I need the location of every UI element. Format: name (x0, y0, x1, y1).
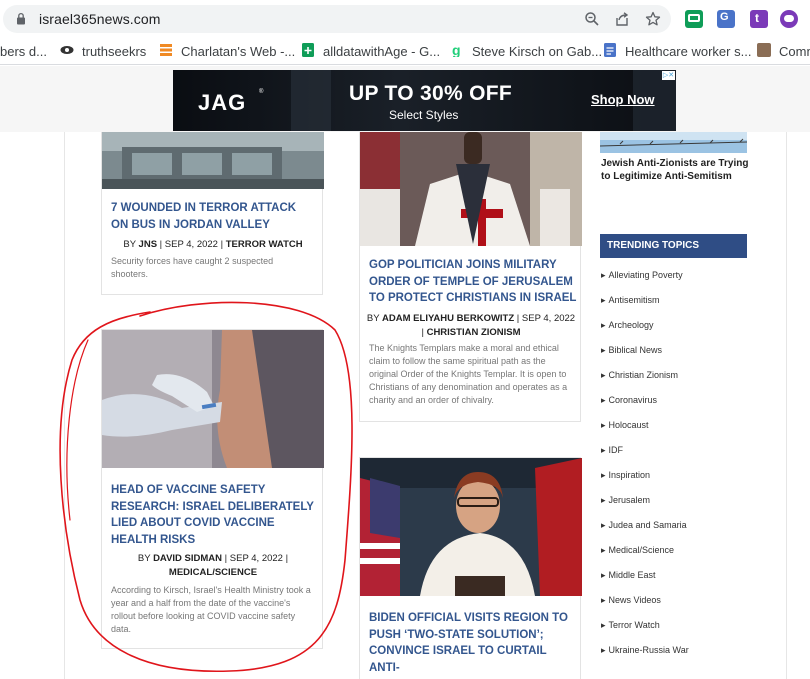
byline-prefix: BY (366, 313, 380, 324)
topic-link[interactable]: IDF (601, 445, 761, 470)
bookmark-item[interactable]: Charlatan's Web -... (181, 44, 295, 59)
bus-photo (102, 132, 324, 189)
bookmark-item[interactable]: Comm (779, 44, 810, 59)
byline-prefix: BY (123, 239, 136, 250)
article-headline[interactable]: 7 WOUNDED IN TERROR ATTACK ON BUS IN JOR… (111, 200, 316, 233)
article-card-terror-attack[interactable]: 7 WOUNDED IN TERROR ATTACK ON BUS IN JOR… (101, 132, 324, 295)
translate-icon[interactable]: G (717, 10, 735, 28)
article-card-biden-official[interactable]: BIDEN OFFICIAL VISITS REGION TO PUSH ‘TW… (359, 457, 582, 679)
share-icon[interactable] (614, 11, 630, 27)
sidebar-featured-photo (600, 132, 747, 153)
article-category[interactable]: MEDICAL/SCIENCE (169, 567, 257, 578)
topic-link[interactable]: News Videos (601, 595, 761, 620)
article-author[interactable]: DAVID SIDMAN (153, 553, 222, 564)
topic-link[interactable]: Archeology (601, 320, 761, 345)
bookmark-item[interactable]: Steve Kirsch on Gab... (472, 44, 602, 59)
topic-link[interactable]: Christian Zionism (601, 370, 761, 395)
ad-brand: JAG (198, 90, 247, 115)
ad-close-icon[interactable]: ▷✕ (662, 71, 675, 80)
article-byline: BY ADAM ELIYAHU BERKOWITZ | SEP 4, 2022 … (366, 313, 576, 338)
article-headline[interactable]: BIDEN OFFICIAL VISITS REGION TO PUSH ‘TW… (369, 610, 577, 676)
extension-chat-icon[interactable] (780, 10, 798, 28)
vaccine-injection-photo (102, 330, 324, 468)
article-excerpt: According to Kirsch, Israel's Health Min… (111, 585, 311, 634)
topic-link[interactable]: Inspiration (601, 470, 761, 495)
jag-ad-banner[interactable]: JAG ® UP TO 30% OFF Select Styles Shop N… (173, 70, 676, 131)
profile-thumb-icon (757, 43, 771, 57)
topic-link[interactable]: Coronavirus (601, 395, 761, 420)
ad-strip: JAG ® UP TO 30% OFF Select Styles Shop N… (0, 66, 810, 132)
trending-topics-list: Alleviating Poverty Antisemitism Archeol… (601, 270, 761, 670)
ad-trademark-mark: ® (259, 89, 264, 95)
stack-icon (160, 44, 172, 56)
divider (786, 132, 787, 679)
page-content: 7 WOUNDED IN TERROR ATTACK ON BUS IN JOR… (0, 132, 810, 679)
bookmark-item[interactable]: bers d... (0, 44, 47, 59)
bookmark-item[interactable]: Healthcare worker s... (625, 44, 751, 59)
zoom-icon[interactable] (584, 11, 600, 27)
ad-shop-now-link[interactable]: Shop Now (591, 92, 655, 107)
bookmarks-bar: bers d... truthseekrs Charlatan's Web -.… (0, 37, 810, 65)
article-author[interactable]: JNS (139, 239, 157, 250)
byline-prefix: BY (137, 553, 151, 564)
article-excerpt: The Knights Templars make a moral and et… (369, 343, 568, 405)
article-category[interactable]: CHRISTIAN ZIONISM (427, 327, 521, 338)
lock-icon[interactable] (16, 12, 26, 25)
divider (64, 132, 65, 679)
extension-t-icon[interactable]: t (750, 10, 768, 28)
article-date: SEP 4, 2022 (521, 313, 576, 324)
topic-link[interactable]: Jerusalem (601, 495, 761, 520)
article-date: SEP 4, 2022 (164, 239, 218, 250)
docs-icon (604, 43, 616, 57)
article-byline: BY DAVID SIDMAN | SEP 4, 2022 | MEDICAL/… (137, 553, 289, 578)
bookmark-item[interactable]: truthseekrs (82, 44, 146, 59)
article-card-temple-order[interactable]: GOP POLITICIAN JOINS MILITARY ORDER OF T… (359, 132, 582, 422)
sidebar-featured-headline[interactable]: Jewish Anti-Zionists are Trying to Legit… (601, 157, 751, 183)
topic-link[interactable]: Medical/Science (601, 545, 761, 570)
topic-link[interactable]: Ukraine-Russia War (601, 645, 761, 670)
article-author[interactable]: ADAM ELIYAHU BERKOWITZ (382, 313, 514, 324)
article-card-vaccine-safety[interactable]: HEAD OF VACCINE SAFETY RESEARCH: ISRAEL … (101, 329, 324, 649)
article-headline[interactable]: HEAD OF VACCINE SAFETY RESEARCH: ISRAEL … (111, 482, 319, 548)
article-category[interactable]: TERROR WATCH (226, 239, 303, 250)
eye-icon (60, 46, 74, 54)
bookmark-star-icon[interactable] (645, 11, 661, 27)
topic-link[interactable]: Judea and Samaria (601, 520, 761, 545)
browser-toolbar: israel365news.com G t (0, 0, 810, 37)
gab-icon: g (452, 43, 461, 57)
article-byline: BY JNS | SEP 4, 2022 | TERROR WATCH (123, 239, 303, 250)
topic-link[interactable]: Terror Watch (601, 620, 761, 645)
knights-templar-photo (360, 132, 582, 246)
ad-subline: Select Styles (389, 108, 459, 122)
address-bar[interactable]: israel365news.com (3, 5, 671, 33)
extension-green-icon[interactable] (685, 10, 703, 28)
article-excerpt: Security forces have caught 2 suspected … (111, 256, 274, 279)
url-text[interactable]: israel365news.com (39, 11, 161, 27)
topic-link[interactable]: Antisemitism (601, 295, 761, 320)
article-date: SEP 4, 2022 (229, 553, 283, 564)
article-headline[interactable]: GOP POLITICIAN JOINS MILITARY ORDER OF T… (369, 257, 577, 307)
topic-link[interactable]: Holocaust (601, 420, 761, 445)
topic-link[interactable]: Biblical News (601, 345, 761, 370)
topic-link[interactable]: Alleviating Poverty (601, 270, 761, 295)
trending-topics-header: TRENDING TOPICS (600, 234, 747, 258)
bookmark-item[interactable]: alldatawithAge - G... (323, 44, 440, 59)
svg-text:g: g (452, 43, 461, 57)
official-speaking-photo (360, 458, 582, 596)
sheets-icon (302, 43, 314, 57)
topic-link[interactable]: Middle East (601, 570, 761, 595)
ad-headline: UP TO 30% OFF (349, 82, 512, 105)
